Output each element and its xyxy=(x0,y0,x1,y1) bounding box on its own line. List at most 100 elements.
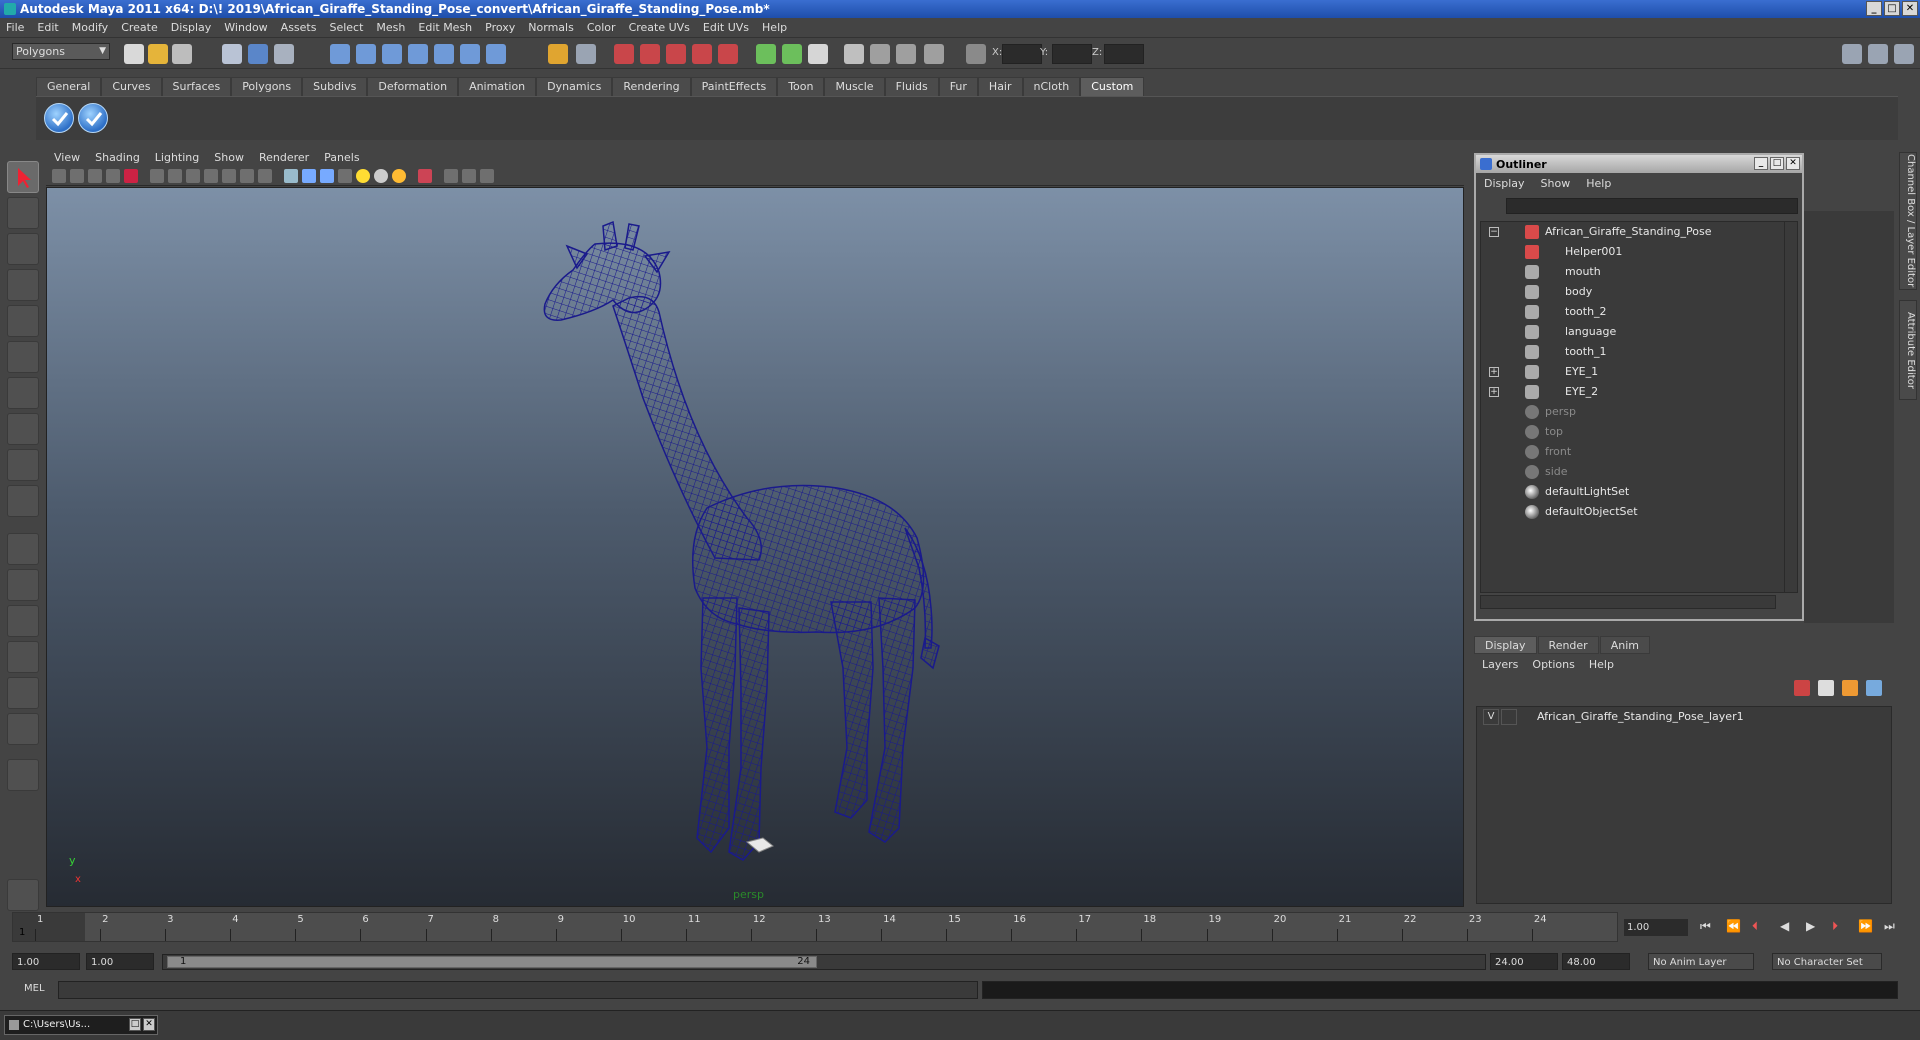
menu-color[interactable]: Color xyxy=(587,21,616,34)
outliner-maximize-button[interactable]: □ xyxy=(1770,157,1784,170)
sidebar-toggle-icon[interactable] xyxy=(808,44,828,64)
new-scene-icon[interactable] xyxy=(124,44,144,64)
maximize-button[interactable]: □ xyxy=(1884,1,1900,16)
film-gate-icon[interactable] xyxy=(168,169,182,183)
layer-row[interactable]: V African_Giraffe_Standing_Pose_layer1 xyxy=(1477,707,1891,727)
layer-menu-layers[interactable]: Layers xyxy=(1482,658,1518,671)
menu-edit-uvs[interactable]: Edit UVs xyxy=(703,21,749,34)
minimize-button[interactable]: _ xyxy=(1866,1,1882,16)
collapse-icon[interactable]: − xyxy=(1489,227,1499,237)
outliner-menu-display[interactable]: Display xyxy=(1484,177,1525,190)
layer-playback-toggle[interactable] xyxy=(1501,709,1517,725)
four-view-layout-icon[interactable] xyxy=(7,569,39,601)
outliner-menu-help[interactable]: Help xyxy=(1586,177,1611,190)
menu-help[interactable]: Help xyxy=(762,21,787,34)
wireframe-on-shaded-icon[interactable] xyxy=(320,169,334,183)
anim-layer-dropdown[interactable]: No Anim Layer xyxy=(1648,953,1754,970)
snap-view-icon[interactable] xyxy=(460,44,480,64)
rotate-tool-icon[interactable] xyxy=(7,305,39,337)
step-back-key-icon[interactable]: ⏴ xyxy=(1752,919,1758,934)
snap-curve-icon[interactable] xyxy=(356,44,376,64)
menu-file[interactable]: File xyxy=(6,21,24,34)
outliner-item[interactable]: defaultLightSet xyxy=(1481,482,1787,502)
anim-preferences-icon[interactable] xyxy=(7,879,39,911)
menu-select[interactable]: Select xyxy=(329,21,363,34)
render-globals-icon[interactable] xyxy=(870,44,890,64)
smooth-shade-icon[interactable] xyxy=(302,169,316,183)
outliner-item[interactable]: − African_Giraffe_Standing_Pose xyxy=(1481,222,1787,242)
play-backwards-icon[interactable]: ◀ xyxy=(1780,919,1789,933)
layer-visibility-toggle[interactable]: V xyxy=(1483,709,1499,725)
tab-attribute-editor[interactable]: Attribute Editor xyxy=(1899,300,1917,400)
outliner-item[interactable]: persp xyxy=(1481,402,1787,422)
menu-display[interactable]: Display xyxy=(171,21,212,34)
outliner-item[interactable]: front xyxy=(1481,442,1787,462)
ipr-render-icon[interactable] xyxy=(640,44,660,64)
tab-deformation[interactable]: Deformation xyxy=(367,77,459,96)
soft-mod-tool-icon[interactable] xyxy=(7,413,39,445)
outliner-item[interactable]: + EYE_2 xyxy=(1481,382,1787,402)
character-set-dropdown[interactable]: No Character Set xyxy=(1772,953,1882,970)
outliner-item[interactable]: tooth_2 xyxy=(1481,302,1787,322)
taskbar-item-script-editor[interactable]: C:\Users\Us... □ ✕ xyxy=(4,1015,158,1035)
single-view-layout-icon[interactable] xyxy=(7,533,39,565)
shadows-icon[interactable] xyxy=(392,169,406,183)
tab-toon[interactable]: Toon xyxy=(777,77,825,96)
safe-title-icon[interactable] xyxy=(258,169,272,183)
taskitem-restore-button[interactable]: □ xyxy=(129,1018,141,1031)
image-plane-icon[interactable] xyxy=(106,169,120,183)
layer-menu-help[interactable]: Help xyxy=(1589,658,1614,671)
menu-assets[interactable]: Assets xyxy=(281,21,317,34)
z-input[interactable] xyxy=(1104,44,1144,64)
custom-layout-icon[interactable] xyxy=(7,713,39,745)
layer-menu-options[interactable]: Options xyxy=(1532,658,1574,671)
snap-help-icon[interactable] xyxy=(486,44,506,64)
toolbox-toggle-icon[interactable] xyxy=(7,759,39,791)
grid-icon[interactable] xyxy=(150,169,164,183)
animation-end-input[interactable]: 48.00 xyxy=(1562,953,1630,970)
isolate-select-icon[interactable] xyxy=(418,169,432,183)
paint-select-tool-icon[interactable] xyxy=(7,233,39,265)
close-button[interactable]: ✕ xyxy=(1902,1,1918,16)
scale-tool-icon[interactable] xyxy=(7,341,39,373)
render-layers-icon[interactable] xyxy=(896,44,916,64)
x-input[interactable] xyxy=(1002,44,1042,64)
gate-mask-icon[interactable] xyxy=(204,169,218,183)
input-line-icon[interactable] xyxy=(756,44,776,64)
camera-attr-icon[interactable] xyxy=(70,169,84,183)
show-manipulator-icon[interactable] xyxy=(7,449,39,481)
vp-menu-view[interactable]: View xyxy=(54,151,80,164)
snap-surface-icon[interactable] xyxy=(434,44,454,64)
go-to-end-icon[interactable]: ⏭ xyxy=(1884,919,1895,934)
outliner-menu-show[interactable]: Show xyxy=(1541,177,1571,190)
tab-channel-box[interactable]: Channel Box / Layer Editor xyxy=(1899,152,1917,290)
lasso-tool-icon[interactable] xyxy=(7,197,39,229)
batch-render-icon[interactable] xyxy=(924,44,944,64)
safe-action-icon[interactable] xyxy=(240,169,254,183)
render-settings-icon[interactable] xyxy=(666,44,686,64)
construction-history-icon[interactable] xyxy=(576,44,596,64)
backface-culling-icon[interactable] xyxy=(480,169,494,183)
tab-dynamics[interactable]: Dynamics xyxy=(536,77,613,96)
time-slider[interactable]: 1 1 2 3 4 5 6 7 8 9 10 11 12 13 14 15 16 17 18 19 20 21 22 23 2… xyxy=(12,912,1618,942)
vp-menu-panels[interactable]: Panels xyxy=(324,151,359,164)
range-slider[interactable]: 1 24 xyxy=(162,954,1486,970)
resolution-gate-icon[interactable] xyxy=(186,169,200,183)
tab-layer-render[interactable]: Render xyxy=(1537,636,1599,654)
select-tool-icon[interactable] xyxy=(7,161,39,193)
outliner-filter-input[interactable] xyxy=(1506,198,1798,214)
outliner-item[interactable]: Helper001 xyxy=(1481,242,1787,262)
range-slider-handle[interactable]: 1 24 xyxy=(167,956,817,968)
y-input[interactable] xyxy=(1052,44,1092,64)
tab-layer-anim[interactable]: Anim xyxy=(1599,636,1650,654)
animation-start-input[interactable]: 1.00 xyxy=(12,953,80,970)
perspective-viewport[interactable]: y x persp xyxy=(46,187,1464,907)
tab-subdivs[interactable]: Subdivs xyxy=(302,77,368,96)
graph-layout-icon[interactable] xyxy=(7,641,39,673)
menu-window[interactable]: Window xyxy=(224,21,267,34)
taskitem-close-button[interactable]: ✕ xyxy=(143,1018,155,1031)
giraffe-wireframe-mesh[interactable] xyxy=(47,188,1465,908)
menu-proxy[interactable]: Proxy xyxy=(485,21,515,34)
snap-plane-icon[interactable] xyxy=(408,44,428,64)
outliner-item[interactable]: language xyxy=(1481,322,1787,342)
